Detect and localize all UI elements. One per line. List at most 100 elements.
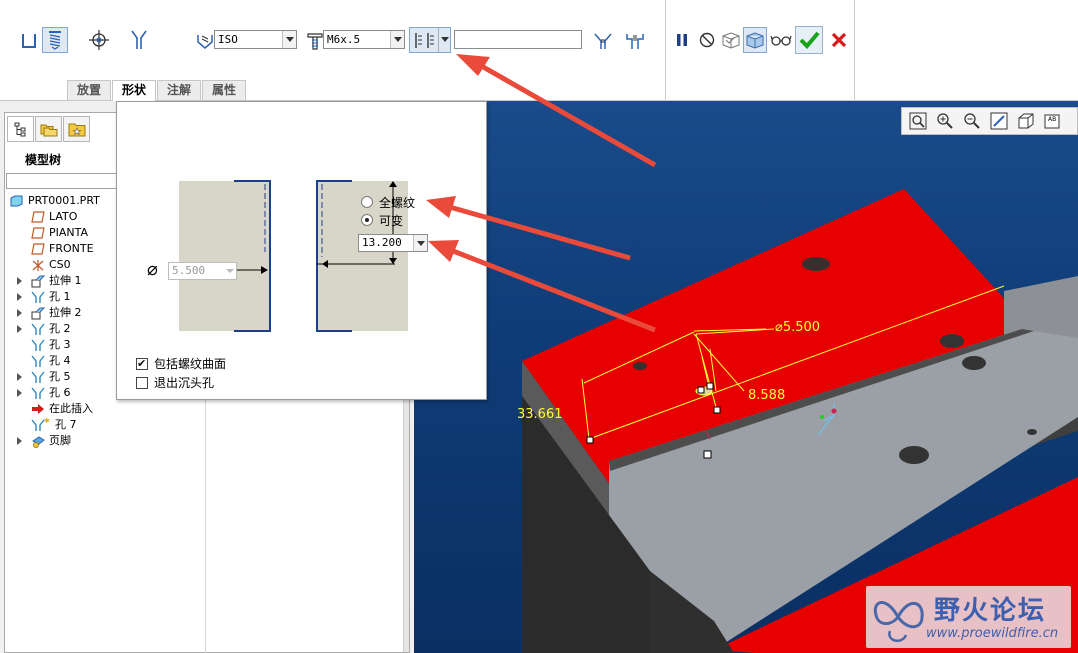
chevron-down-icon[interactable]	[282, 31, 296, 48]
tree-item-label: 孔 5	[49, 370, 71, 383]
refit-button[interactable]	[906, 110, 930, 132]
wireframe-preview-icon	[722, 32, 740, 49]
chevron-down-icon[interactable]	[390, 31, 404, 48]
tab-notes[interactable]: 注解	[157, 80, 202, 100]
glasses-icon	[770, 35, 792, 46]
forum-watermark: 野火论坛 www.proewildfire.cn	[866, 586, 1071, 648]
thread-standard-value: ISO	[218, 33, 238, 46]
tree-item-label: 拉伸 1	[49, 274, 82, 287]
shape-panel: ⌀ 5.500 全螺纹 可变 13.200 包括螺纹曲面 退出沉头孔	[116, 101, 487, 400]
depth-option-dropdown[interactable]	[409, 27, 451, 53]
graphics-viewport[interactable]: ⌀5.500 33.661 8.588 AB	[414, 101, 1078, 653]
tree-item[interactable]: 在此插入	[5, 401, 205, 417]
placement-button[interactable]	[86, 27, 112, 53]
zoom-in-icon	[937, 113, 953, 129]
tree-item[interactable]: 页脚	[5, 433, 205, 449]
chevron-down-icon[interactable]	[413, 235, 427, 251]
tab-shape[interactable]: 形状	[112, 80, 157, 101]
radio-variable-circle[interactable]	[361, 214, 373, 226]
chevron-down-icon[interactable]	[438, 28, 450, 52]
repaint-button[interactable]	[987, 110, 1011, 132]
expand-arrow-icon[interactable]	[17, 389, 22, 397]
saved-views-button[interactable]: AB	[1041, 110, 1065, 132]
footer-icon	[31, 435, 45, 448]
tab-folder-browser[interactable]	[35, 116, 62, 142]
no-preview-button[interactable]	[696, 27, 718, 53]
model-tree-icon	[14, 122, 25, 137]
navigator-tabs	[7, 116, 91, 142]
hole-grey-2	[962, 356, 986, 370]
zoom-in-button[interactable]	[933, 110, 957, 132]
hole-grey-3	[899, 446, 929, 464]
tree-item-label: LATO	[49, 210, 78, 223]
include-thread-surface-checkbox[interactable]: 包括螺纹曲面	[136, 356, 256, 372]
close-icon	[831, 32, 847, 48]
tree-item-label: 在此插入	[49, 402, 93, 415]
insert-here-icon	[31, 403, 44, 415]
tab-favorites[interactable]	[63, 116, 90, 142]
standard-hole-icon	[49, 31, 61, 50]
hole-grey-1	[940, 334, 964, 348]
accept-button[interactable]	[795, 26, 823, 54]
static-preview-button[interactable]	[719, 27, 743, 53]
simple-hole-button[interactable]	[16, 28, 42, 54]
radio-full-thread-circle[interactable]	[361, 196, 373, 208]
hole-icon	[31, 355, 45, 367]
expand-arrow-icon[interactable]	[17, 309, 22, 317]
expand-arrow-icon[interactable]	[17, 325, 22, 333]
hole-icon	[31, 339, 45, 351]
counterbore-button[interactable]	[622, 28, 648, 54]
thread-standard-select[interactable]: ISO	[214, 30, 297, 49]
tree-item-label: 拉伸 2	[49, 306, 82, 319]
tab-properties[interactable]: 属性	[202, 80, 247, 100]
expand-arrow-icon[interactable]	[17, 373, 22, 381]
hole-top	[802, 257, 830, 271]
tab-model-tree[interactable]	[7, 116, 34, 142]
thread-depth-field[interactable]: 13.200	[358, 234, 428, 252]
standard-hole-button[interactable]	[42, 27, 68, 53]
tree-item[interactable]: * 孔 7	[5, 416, 205, 433]
pause-button[interactable]	[671, 27, 693, 53]
verify-mode-button[interactable]	[769, 27, 793, 53]
checkbox-box[interactable]	[136, 377, 148, 389]
folders-icon	[40, 124, 57, 137]
expand-arrow-icon[interactable]	[17, 277, 22, 285]
svg-text:AB: AB	[1048, 116, 1056, 123]
chevron-down-icon[interactable]	[224, 263, 236, 279]
tree-item-label: 孔 2	[49, 322, 71, 335]
counterbore-icon	[626, 34, 644, 49]
expand-arrow-icon[interactable]	[17, 437, 22, 445]
drill-point-icon	[131, 30, 147, 49]
checkmark-icon	[799, 31, 820, 49]
tab-placement[interactable]: 放置	[67, 80, 112, 100]
dimension-diameter[interactable]: ⌀5.500	[775, 320, 820, 335]
exit-countersink-checkbox[interactable]: 退出沉头孔	[136, 376, 256, 391]
new-feature-star-icon: *	[44, 416, 50, 429]
hole-small	[633, 362, 647, 370]
dynamic-preview-button[interactable]	[743, 27, 767, 53]
dashboard-tabs: 放置 形状 注解 属性	[67, 80, 247, 101]
depth-value-input[interactable]	[454, 30, 582, 49]
countersink-icon	[594, 33, 612, 49]
tree-item-label: FRONTE	[49, 242, 94, 255]
thread-diameter-field[interactable]: 5.500	[168, 262, 237, 280]
expand-arrow-icon[interactable]	[17, 293, 22, 301]
favorites-folder-icon	[68, 123, 85, 137]
display-style-button[interactable]	[1014, 110, 1038, 132]
dimension-b[interactable]: 8.588	[748, 388, 785, 403]
cancel-button[interactable]	[826, 27, 852, 53]
zoom-out-icon	[964, 113, 980, 129]
tree-item-label: PRT0001.PRT	[28, 194, 100, 207]
drill-tip-button[interactable]	[126, 27, 152, 53]
radio-variable-label: 可变	[379, 214, 404, 228]
tapped-hole-icon	[197, 35, 213, 49]
countersink-button[interactable]	[590, 28, 616, 54]
extrude-icon	[31, 307, 46, 320]
screw-size-select[interactable]: M6x.5	[323, 30, 405, 49]
hole-icon	[31, 371, 45, 383]
checkbox-box[interactable]	[136, 356, 148, 371]
dimension-a[interactable]: 33.661	[517, 407, 563, 422]
pause-icon	[677, 34, 687, 46]
zoom-out-button[interactable]	[960, 110, 984, 132]
hole-icon	[31, 387, 45, 399]
